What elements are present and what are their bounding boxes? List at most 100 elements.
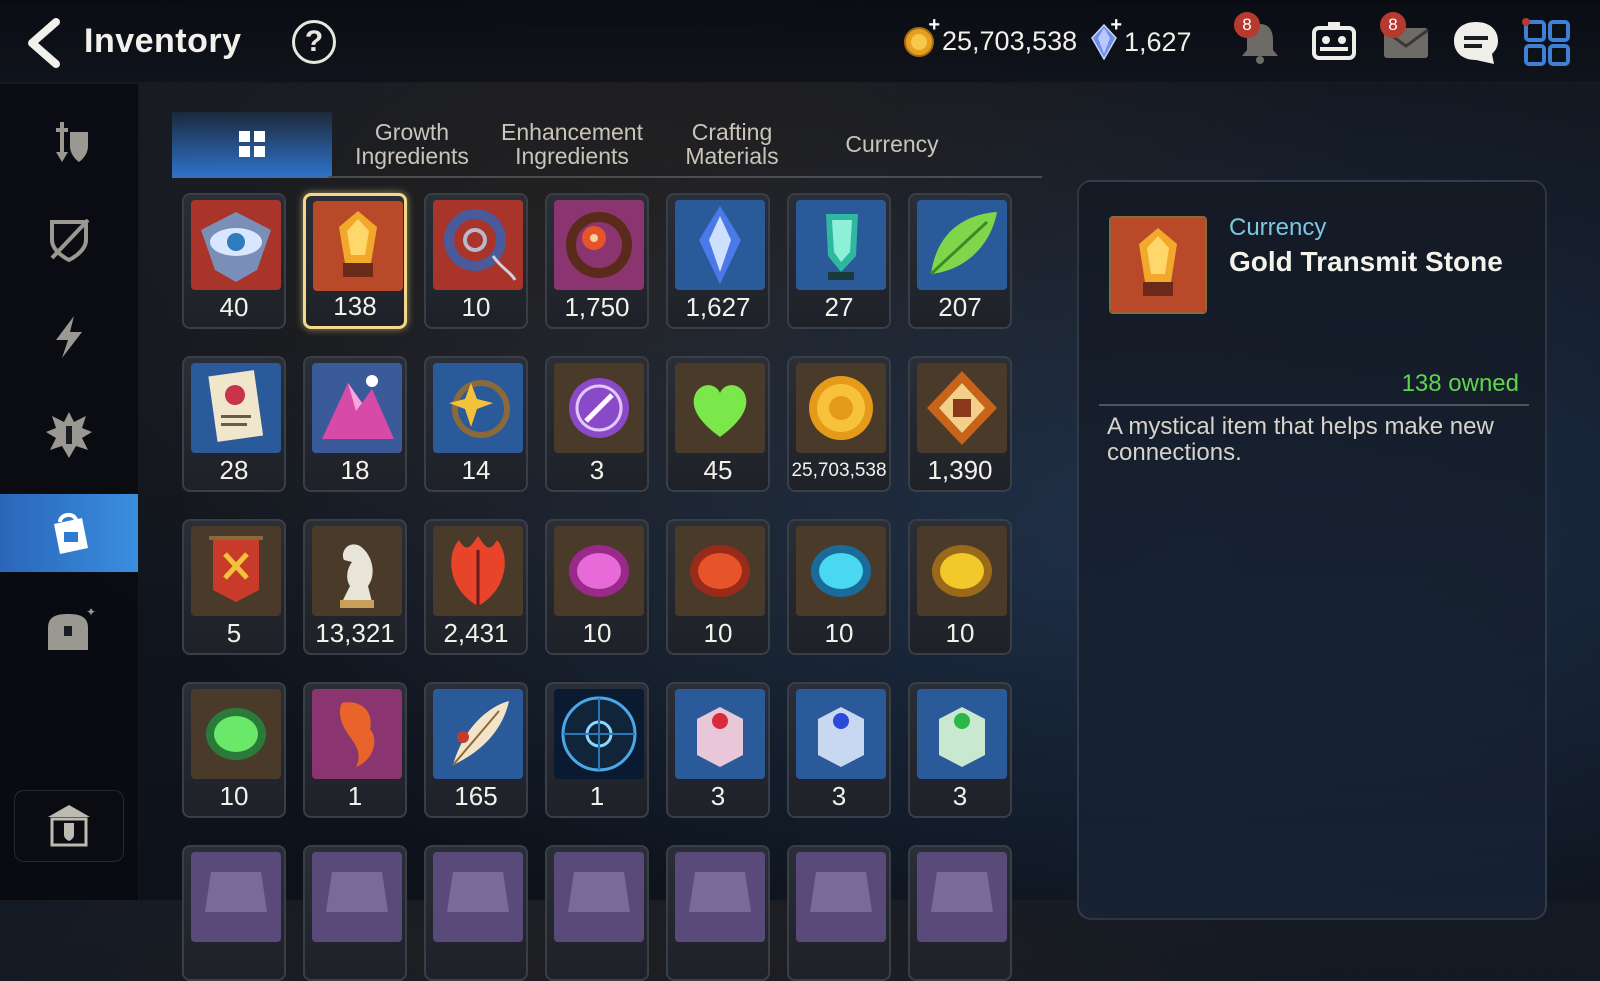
item-slot-blue-crystal[interactable]: 1,627 [666,193,770,329]
blue-crystal-icon [675,200,765,290]
item-slot-pink-mountain-stone[interactable]: 18 [303,356,407,492]
item-slot-partial-6[interactable] [787,845,891,981]
eye-emblem-icon [191,200,281,290]
item-slot-green-heart[interactable]: 45 [666,356,770,492]
tab-growth-ingredients[interactable]: Growth Ingredients [332,112,492,176]
item-slot-partial-3[interactable] [424,845,528,981]
sidebar-item-chests[interactable]: ✦ [0,592,138,670]
item-count: 10 [582,618,612,648]
tab-enhancement-ingredients[interactable]: Enhancement Ingredients [492,112,652,176]
green-gem-box-icon [917,689,1007,779]
main-menu-button[interactable] [1520,14,1576,70]
item-slot-fox-charm[interactable]: 1 [303,682,407,818]
notification-badge: 8 [1234,12,1260,38]
gold-transmit-stone-icon [1109,216,1207,314]
item-slot-partial-7[interactable] [908,845,1012,981]
sidebar-item-equipment[interactable] [0,102,138,180]
tab-crafting-materials[interactable]: Crafting Materials [652,112,812,176]
grid-icon [239,131,265,157]
sidebar-item-inventory[interactable] [0,494,138,572]
owned-count: 138 owned [1401,370,1519,397]
item-count: 3 [831,781,847,811]
crystal-icon: + [1090,14,1122,61]
inventory-bag-icon [54,513,88,554]
item-slot-certificate[interactable]: 28 [182,356,286,492]
purple-seal-icon [554,363,644,453]
partial-7-icon [917,852,1007,942]
chat-button[interactable] [1448,14,1504,70]
green-heart-icon [675,363,765,453]
partial-3-icon [433,852,523,942]
tab-all[interactable] [172,112,332,176]
partial-6-icon [796,852,886,942]
item-slot-ring-charm[interactable]: 10 [424,193,528,329]
item-slot-partial-5[interactable] [666,845,770,981]
item-slot-blue-gem-box[interactable]: 3 [787,682,891,818]
sidebar-item-no-equipment[interactable] [0,200,138,278]
item-detail-panel: Currency Gold Transmit Stone 138 owned A… [1077,180,1547,920]
pink-mountain-stone-icon [312,363,402,453]
item-count: 3 [710,781,726,811]
item-slot-partial-2[interactable] [303,845,407,981]
item-slot-eye-emblem[interactable]: 40 [182,193,286,329]
item-slot-green-rune[interactable]: 10 [182,682,286,818]
partial-4-icon [554,852,644,942]
item-count: 3 [952,781,968,811]
sidebar-item-catalysts[interactable] [0,396,138,474]
item-slot-green-gem-box[interactable]: 3 [908,682,1012,818]
item-slot-green-crystal[interactable]: 27 [787,193,891,329]
item-slot-red-gem-box[interactable]: 3 [666,682,770,818]
leaf-icon [917,200,1007,290]
item-slot-blue-rune[interactable]: 10 [787,519,891,655]
item-count: 10 [703,618,733,648]
item-slot-red-leaf[interactable]: 2,431 [424,519,528,655]
item-slot-chess-knight[interactable]: 13,321 [303,519,407,655]
feather-icon [433,689,523,779]
category-tabs: Growth Ingredients Enhancement Ingredien… [172,112,1042,176]
storage-button[interactable] [14,790,124,862]
item-slot-pink-rune[interactable]: 10 [545,519,649,655]
item-slot-partial-4[interactable] [545,845,649,981]
item-slot-banner[interactable]: 5 [182,519,286,655]
item-slot-gold-transmit-stone[interactable]: 138 [303,193,407,329]
gold-currency[interactable]: + 25,703,538 [902,14,1077,58]
item-slot-fist-badge[interactable]: 1,390 [908,356,1012,492]
item-slot-feather[interactable]: 165 [424,682,528,818]
add-crystal-icon[interactable]: + [1110,14,1122,37]
crystal-currency[interactable]: + 1,627 [1090,14,1192,61]
item-count: 2,431 [443,618,509,648]
blue-sigil-icon [554,689,644,779]
red-rune-icon [675,526,765,616]
back-button[interactable] [22,18,72,68]
chess-knight-icon [312,526,402,616]
party-button[interactable] [1306,14,1362,70]
red-gem-box-icon [675,689,765,779]
item-slot-partial-1[interactable] [182,845,286,981]
notifications-button[interactable]: 8 [1232,12,1288,70]
chat-icon [1454,22,1498,64]
tab-currency[interactable]: Currency [812,112,972,176]
sidebar: ✦ [0,84,139,900]
fox-charm-icon [312,689,402,779]
item-slot-star-ring[interactable]: 14 [424,356,528,492]
red-leaf-icon [433,526,523,616]
banner-icon [191,526,281,616]
star-ring-icon [433,363,523,453]
item-count: 28 [219,455,249,485]
item-count: 10 [945,618,975,648]
item-count: 25,703,538 [791,460,887,481]
item-count: 1,390 [927,455,993,485]
item-slot-gold-coin[interactable]: 25,703,538 [787,356,891,492]
item-slot-leaf[interactable]: 207 [908,193,1012,329]
pink-rune-icon [554,526,644,616]
add-gold-icon[interactable]: + [928,14,940,37]
gold-transmit-stone-icon [313,201,403,291]
help-button[interactable]: ? [292,20,336,64]
item-slot-red-rune[interactable]: 10 [666,519,770,655]
mail-button[interactable]: 8 [1378,12,1434,70]
item-slot-blue-sigil[interactable]: 1 [545,682,649,818]
sidebar-item-artifacts[interactable] [0,298,138,376]
item-slot-red-flower-ring[interactable]: 1,750 [545,193,649,329]
item-slot-purple-seal[interactable]: 3 [545,356,649,492]
item-slot-yellow-rune[interactable]: 10 [908,519,1012,655]
